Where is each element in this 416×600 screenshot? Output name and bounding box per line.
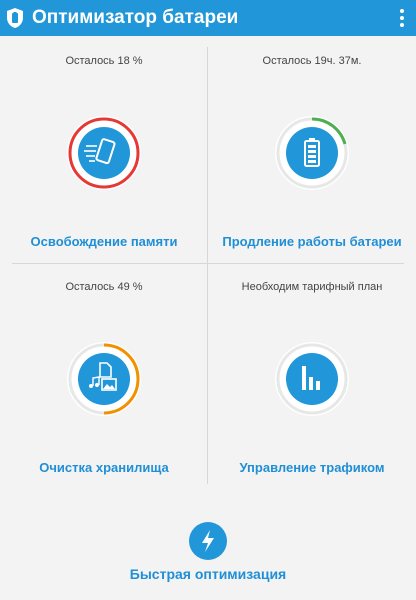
tile-storage-cleanup[interactable]: Осталось 49 % Очистка хранилища [0,264,208,479]
storage-cleanup-label: Очистка хранилища [39,460,169,475]
app-bar: Оптимизатор батареи [0,0,416,36]
battery-status: Осталось 19ч. 37м. [262,55,362,67]
memory-status: Осталось 18 % [65,55,143,67]
app-title: Оптимизатор батареи [32,7,239,28]
more-options-icon[interactable] [400,9,404,27]
battery-extend-label: Продление работы батареи [222,234,402,249]
traffic-status: Необходим тарифный план [241,281,383,293]
tile-traffic-management[interactable]: Необходим тарифный план Управление трафи… [208,264,416,479]
tile-memory-cleanup[interactable]: Осталось 18 % Освобождение памяти [0,38,208,253]
memory-gauge [67,116,141,190]
battery-gauge [275,116,349,190]
tile-battery-extend[interactable]: Осталось 19ч. 37м. Продление работы бата… [208,38,416,253]
quick-optimize-button[interactable] [189,522,227,560]
quick-optimize-label[interactable]: Быстрая оптимизация [0,566,416,582]
traffic-management-label: Управление трафиком [239,460,385,475]
storage-status: Осталось 49 % [65,281,143,293]
lightning-icon [202,530,214,552]
traffic-gauge [275,342,349,416]
memory-cleanup-label: Освобождение памяти [30,234,178,249]
shield-logo-icon [7,8,23,28]
storage-gauge [67,342,141,416]
